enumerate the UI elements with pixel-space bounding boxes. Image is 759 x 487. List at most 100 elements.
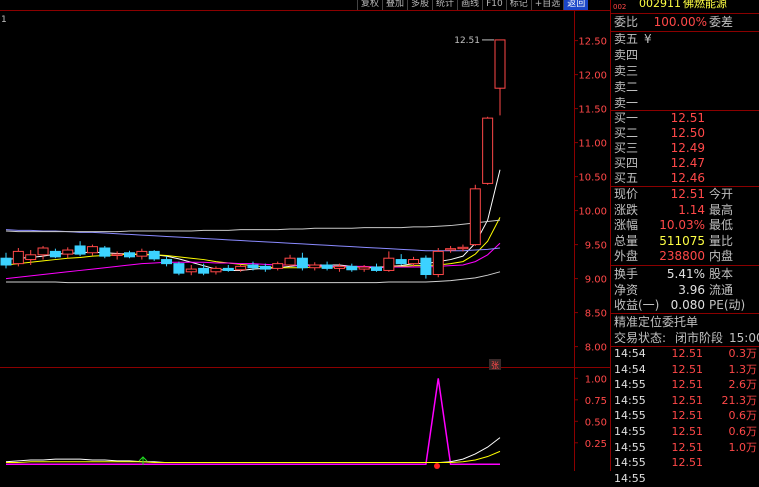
buy-level-label: 买一	[614, 111, 639, 125]
quote-stat-label: 外盘	[614, 249, 639, 264]
candle-body	[469, 188, 481, 246]
quote-stat-row: 总量 511075 量比	[613, 233, 759, 249]
buy-level-row[interactable]: 买二 12.50	[613, 125, 759, 141]
candle-body	[74, 245, 86, 255]
sell-level-label: 卖五	[614, 32, 639, 46]
candle-body	[284, 257, 296, 266]
candle-body	[272, 263, 284, 269]
candle-body	[148, 250, 160, 260]
candle-body	[482, 117, 494, 184]
quote-stat-label: 净资	[614, 282, 639, 297]
quote-stat-value: 3.96	[678, 282, 705, 297]
tick-price: 12.51	[671, 456, 704, 470]
candle-body	[124, 252, 135, 258]
kline-chart[interactable]: 12.5012.0011.5011.0010.5010.009.509.008.…	[0, 0, 610, 471]
tick-volume: 0.3万	[728, 347, 758, 360]
candle-body	[395, 259, 407, 265]
sub-y-tick-label: 0.50	[585, 417, 607, 428]
quote-stat-row: 换手 5.41% 股本	[613, 266, 759, 282]
y-tick-label: 9.50	[585, 241, 607, 252]
trade-status-label: 交易状态:	[614, 331, 667, 345]
tick-row: 14:55 12.51 0.6万	[613, 408, 759, 424]
buy-level-price: 12.49	[670, 141, 705, 155]
tick-row: 14:55 12.51 2.6万	[613, 377, 759, 393]
y-tick-label: 10.00	[578, 207, 607, 218]
sell-level-row[interactable]: 卖四	[613, 47, 759, 63]
tick-volume: 2.6万	[728, 378, 758, 392]
candle-body	[420, 257, 432, 276]
sell-level-label: 卖四	[614, 48, 639, 62]
quote-panel: 002 002911 佛燃能源 委比 100.00% 委差 卖五 ¥ 卖四 卖三 卖二卖…	[610, 0, 759, 485]
sub-y-tick-label: 1.00	[585, 374, 607, 385]
candle-body	[247, 264, 259, 269]
tick-time: 14:55	[614, 409, 646, 423]
quote-stat-value: 238800	[659, 249, 705, 264]
candle-body	[86, 246, 98, 254]
tick-time: 14:54	[614, 347, 646, 360]
quote-stat-right-label: 最低	[709, 218, 734, 233]
buy-level-row[interactable]: 买五 12.46	[613, 170, 759, 186]
left-label: 1	[1, 15, 7, 25]
buy-level-label: 买三	[614, 141, 639, 155]
sub-y-tick-label: 0.25	[585, 439, 607, 450]
tick-volume: 21.3万	[721, 393, 758, 407]
candle-body	[185, 268, 197, 273]
y-tick-label: 11.50	[578, 105, 607, 116]
tick-price: 12.51	[671, 425, 704, 438]
candle-body	[358, 266, 370, 270]
tick-price: 12.51	[671, 440, 704, 454]
candle-body	[432, 250, 444, 276]
quote-stat-label: 换手	[614, 267, 639, 281]
quote-stat-label: 现价	[614, 187, 639, 201]
indicator-line	[6, 378, 500, 466]
quote-stat-row: 收益(一) 0.080 PE(动)	[613, 297, 759, 313]
quote-stat-right-label: 最高	[709, 202, 734, 217]
quote-stat-label: 涨跌	[614, 202, 639, 217]
candle-body	[494, 39, 506, 89]
sell-level-label: 卖二	[614, 80, 639, 94]
buy-level-row[interactable]: 买一 12.51	[613, 110, 759, 126]
buy-level-price: 12.50	[670, 126, 705, 140]
ma-line-ma60	[5, 219, 501, 233]
y-tick-label: 11.00	[578, 139, 607, 150]
sell-level-row[interactable]: 卖三	[613, 63, 759, 79]
buy-level-label: 买四	[614, 156, 639, 170]
y-tick-label: 8.00	[585, 343, 607, 354]
candle-body	[161, 259, 173, 265]
candle-body	[111, 253, 123, 256]
tick-row: 14:54 12.51 1.3万	[613, 362, 759, 378]
candle-body	[309, 264, 321, 269]
section-title[interactable]: 精准定位委托单	[614, 314, 698, 330]
trade-status-value: 闭市阶段	[675, 331, 724, 345]
buy-level-label: 买五	[614, 171, 639, 185]
candle-body	[408, 259, 420, 265]
candle-body	[173, 263, 185, 274]
tick-time: 14:55	[614, 440, 646, 454]
quote-stat-right-label: 今开	[709, 187, 734, 201]
sell-level-row[interactable]: 卖一	[613, 95, 759, 111]
tick-time: 14:55	[614, 393, 646, 407]
buy-level-label: 买二	[614, 126, 639, 140]
tick-price: 12.51	[671, 409, 704, 423]
sell-level-row[interactable]: 卖二	[613, 79, 759, 95]
candle-body	[445, 248, 457, 251]
candle-body	[333, 265, 345, 269]
tick-price: 12.51	[671, 378, 704, 392]
y-tick-label: 12.50	[578, 37, 607, 48]
tick-time: 14:55	[614, 425, 646, 438]
weicha-label: 委差	[709, 15, 734, 29]
tick-row: 14:55 12.51 21.3万	[613, 393, 759, 409]
buy-level-row[interactable]: 买三 12.49	[613, 140, 759, 156]
tick-time: 14:54	[614, 362, 646, 376]
quote-stat-right-label: 流通	[709, 282, 734, 297]
candle-body	[346, 265, 358, 271]
sub-y-tick-label: 0.75	[585, 396, 607, 407]
tick-row: 14:55 12.51 0.6万	[613, 424, 759, 440]
sell-level-row[interactable]: 卖五 ¥	[613, 31, 759, 47]
tick-time: 14:55	[614, 456, 646, 470]
quote-stat-right-label: 内盘	[709, 249, 734, 264]
buy-level-row[interactable]: 买四 12.47	[613, 155, 759, 171]
tick-row: 14:55	[613, 471, 759, 487]
sell-signal-dot-icon	[434, 463, 440, 469]
tick-row: 14:55 12.51	[613, 455, 759, 471]
